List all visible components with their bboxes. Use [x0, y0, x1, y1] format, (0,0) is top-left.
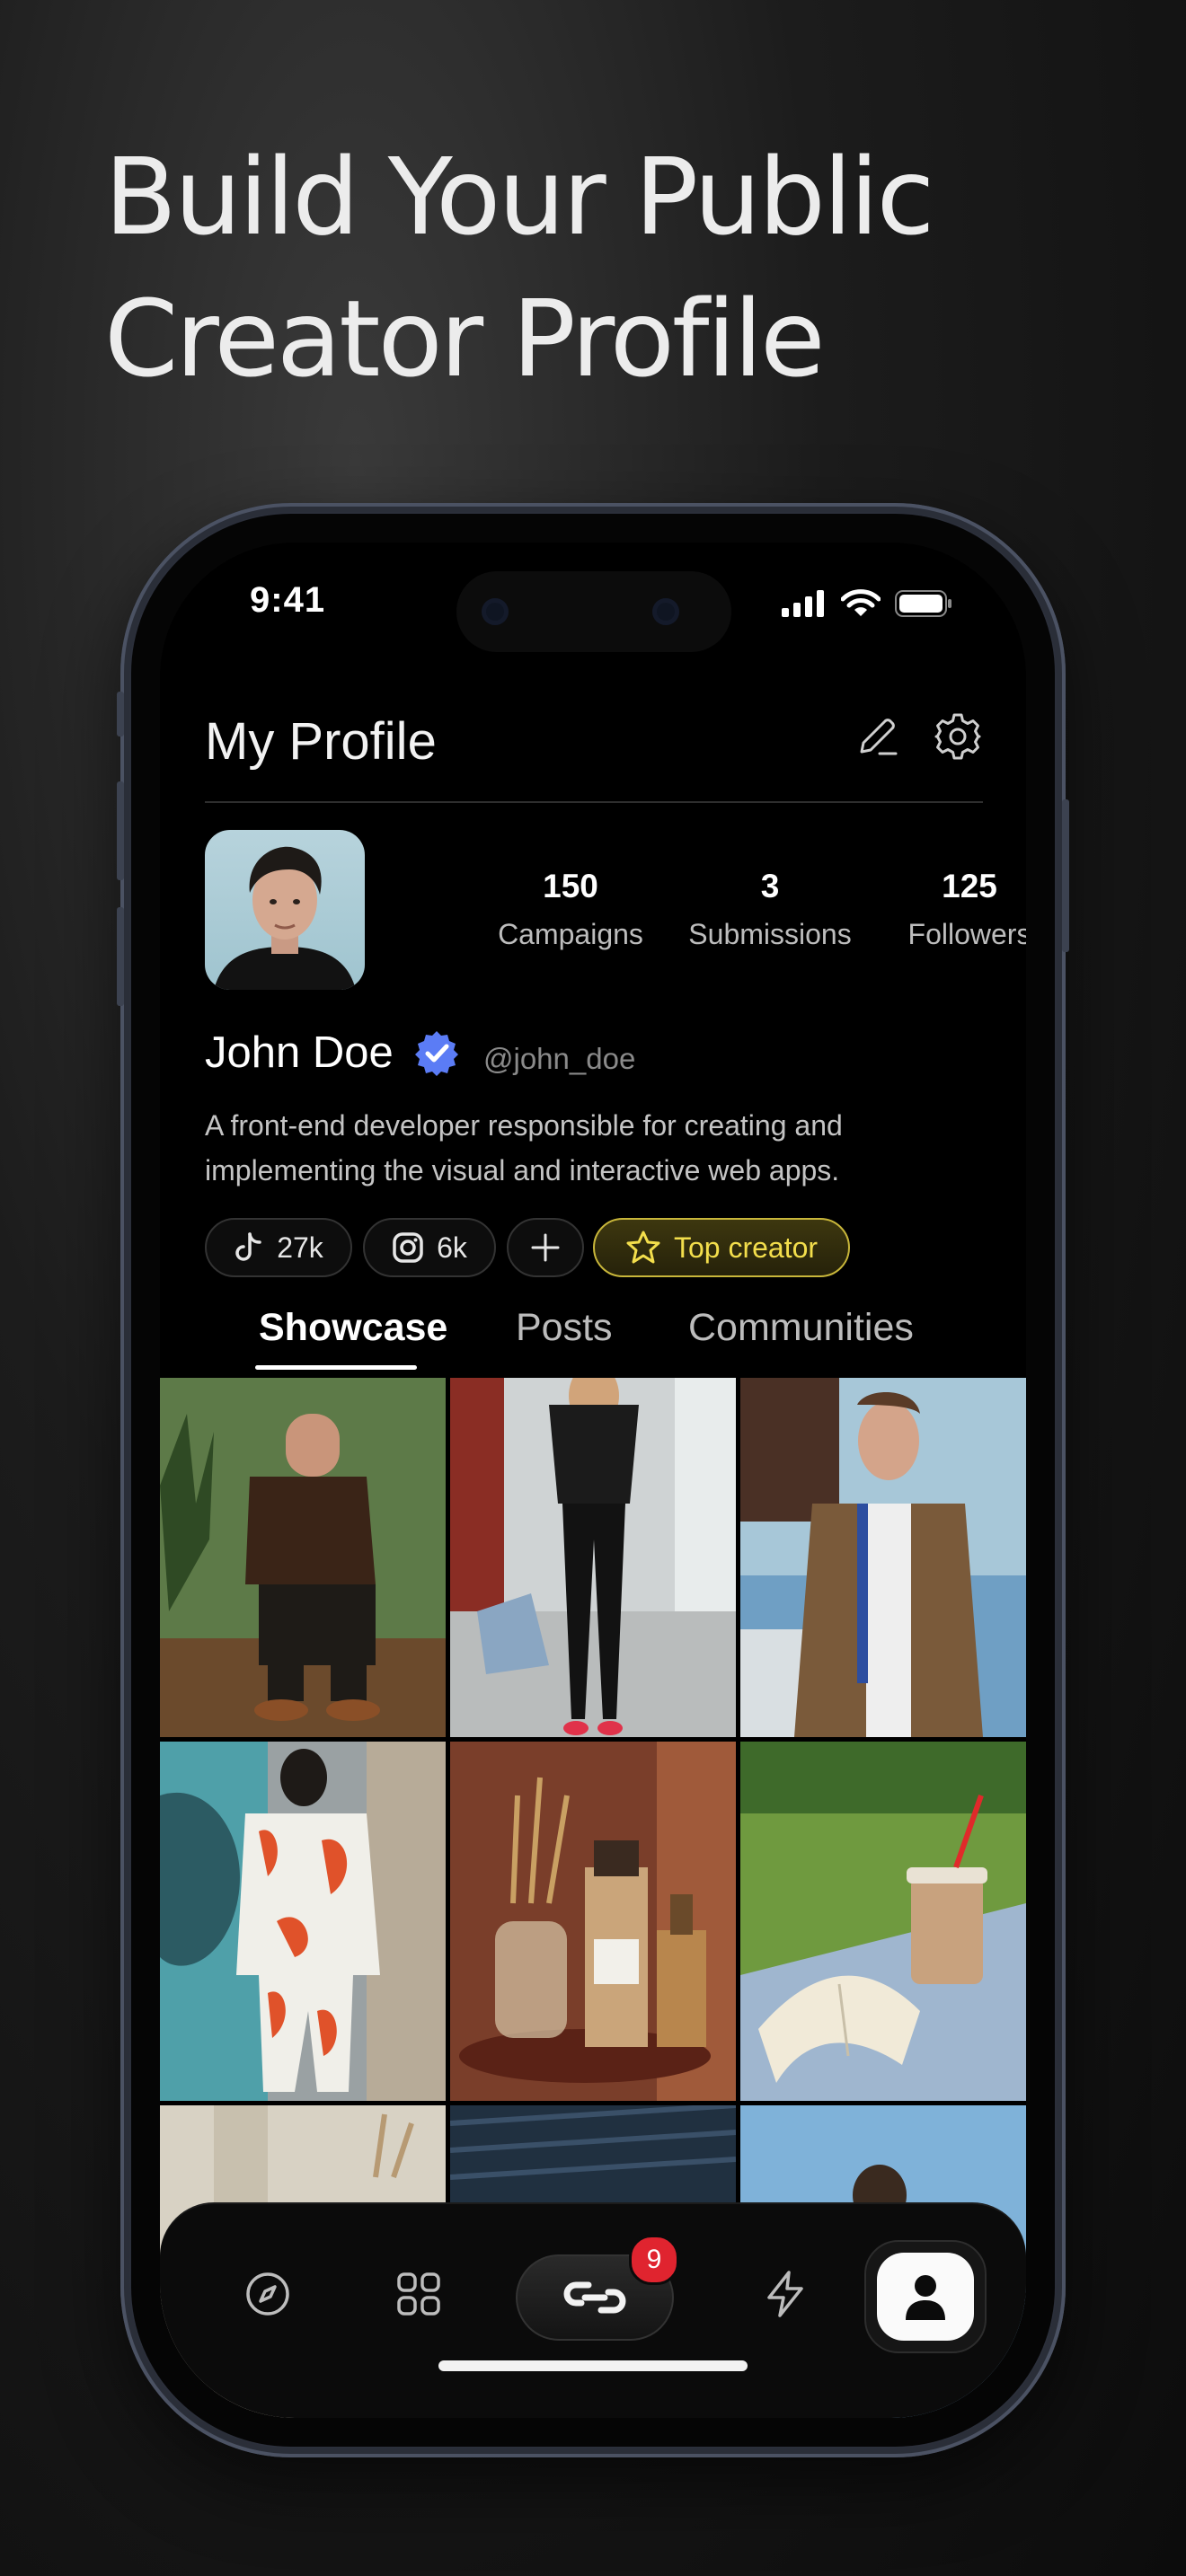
stat-label: Campaigns [498, 918, 643, 950]
showcase-image-picnic [740, 1742, 1026, 2101]
settings-button[interactable] [929, 708, 987, 765]
showcase-image-man-jacket [740, 1378, 1026, 1737]
instagram-icon [393, 1232, 423, 1263]
nav-explore[interactable] [225, 2251, 311, 2337]
status-time: 9:41 [250, 580, 326, 620]
verified-badge-icon [415, 1031, 458, 1076]
wifi-icon [841, 589, 881, 616]
showcase-tile[interactable] [160, 1742, 446, 2101]
volume-down-button [117, 907, 124, 1006]
avatar[interactable] [205, 830, 365, 990]
tiktok-icon [235, 1232, 261, 1261]
profile-tabs: Showcase Posts Communities [160, 1286, 1026, 1372]
profile-handle: @john_doe [483, 1042, 636, 1075]
showcase-tile[interactable] [450, 1378, 736, 1737]
stat-followers[interactable]: 125 Followers [884, 868, 1026, 951]
gear-icon [934, 713, 981, 760]
signal-icon [782, 590, 824, 617]
status-icons [782, 589, 952, 618]
stat-value: 125 [942, 868, 997, 904]
stat-submissions[interactable]: 3 Submissions [685, 868, 855, 951]
tiktok-chip[interactable]: 27k [205, 1218, 352, 1277]
tab-communities[interactable]: Communities [688, 1306, 914, 1350]
headline-line-2: Creator Profile [104, 277, 826, 401]
camera-lens [652, 598, 679, 625]
camera-sensor [482, 598, 509, 625]
page-title: My Profile [205, 712, 437, 771]
showcase-tile[interactable] [740, 1378, 1026, 1737]
edit-profile-button[interactable] [848, 708, 906, 765]
top-creator-badge[interactable]: Top creator [593, 1218, 850, 1277]
phone-frame: 9:41 My Profile 150 Campaigns 3 Submissi… [117, 503, 1069, 2457]
showcase-image-woman-walking [450, 1378, 736, 1737]
showcase-tile[interactable] [160, 1378, 446, 1737]
showcase-image-man-seated [160, 1378, 446, 1737]
nav-dashboard[interactable] [376, 2251, 462, 2337]
stat-campaigns[interactable]: 150 Campaigns [485, 868, 656, 951]
tab-showcase[interactable]: Showcase [259, 1306, 447, 1350]
instagram-chip[interactable]: 6k [363, 1218, 496, 1277]
nav-activity[interactable] [742, 2251, 828, 2337]
add-social-button[interactable] [507, 1218, 584, 1277]
stat-label: Followers [907, 918, 1026, 950]
notification-badge: 9 [629, 2235, 679, 2285]
volume-up-button [117, 781, 124, 880]
star-icon [626, 1231, 660, 1264]
avatar-portrait [214, 846, 356, 990]
battery-icon [895, 590, 951, 617]
stat-value: 3 [760, 868, 780, 904]
profile-icon [906, 2275, 945, 2320]
bottom-nav: 9 [160, 2204, 1026, 2418]
nav-profile[interactable] [864, 2240, 987, 2353]
mute-switch [117, 692, 124, 737]
active-tab-indicator [255, 1365, 417, 1370]
profile-header: My Profile [205, 702, 983, 803]
compass-icon [246, 2272, 289, 2316]
tab-posts[interactable]: Posts [516, 1306, 613, 1350]
pencil-icon [860, 719, 898, 755]
home-indicator [438, 2360, 748, 2371]
top-creator-label: Top creator [673, 1231, 819, 1264]
headline: Build Your Public Creator Profile [104, 126, 1093, 410]
power-button [1062, 799, 1069, 952]
plus-icon [531, 1233, 560, 1262]
showcase-tile[interactable] [450, 1742, 736, 2101]
headline-line-1: Build Your Public [104, 135, 934, 259]
bolt-icon [767, 2271, 803, 2317]
showcase-image-perfume [450, 1742, 736, 2101]
stat-label: Submissions [688, 918, 852, 950]
showcase-image-woman-street [160, 1742, 446, 2101]
tiktok-count: 27k [277, 1231, 323, 1264]
link-icon [563, 2281, 626, 2314]
dynamic-island [456, 571, 731, 652]
status-bar: 9:41 [160, 543, 1026, 668]
phone-screen: 9:41 My Profile 150 Campaigns 3 Submissi… [160, 543, 1026, 2418]
profile-bio: A front-end developer responsible for cr… [205, 1109, 843, 1187]
stat-value: 150 [543, 868, 598, 904]
showcase-tile[interactable] [740, 1742, 1026, 2101]
profile-name: John Doe [205, 1028, 394, 1077]
nav-profile-inner [877, 2253, 974, 2341]
grid-icon [397, 2272, 440, 2316]
instagram-count: 6k [437, 1231, 467, 1264]
